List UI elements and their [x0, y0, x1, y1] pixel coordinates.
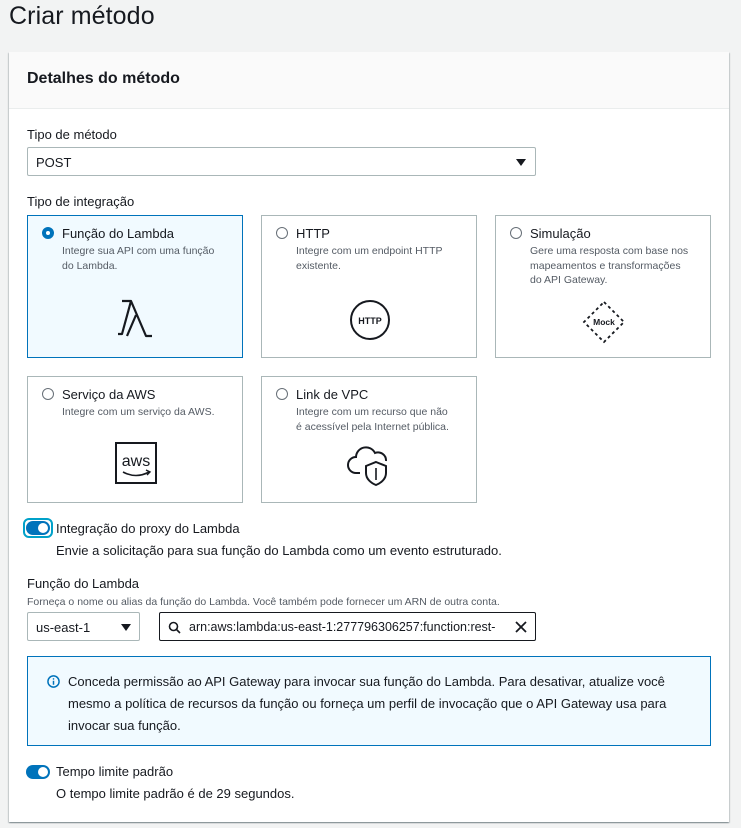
- page-title: Criar método: [9, 2, 155, 30]
- method-type-label: Tipo de método: [27, 127, 117, 142]
- panel-title: Detalhes do método: [27, 70, 180, 87]
- option-description-line: do API Gateway.: [530, 274, 608, 286]
- mock-icon-text: Mock: [593, 317, 615, 327]
- default-timeout-description: O tempo limite padrão é de 29 segundos.: [56, 786, 295, 801]
- lambda-proxy-label: Integração do proxy do Lambda: [56, 521, 240, 536]
- info-alert: Conceda permissão ao API Gateway para in…: [27, 656, 711, 746]
- aws-icon: aws: [115, 442, 157, 484]
- clear-icon[interactable]: [515, 621, 527, 633]
- radio-button[interactable]: [42, 227, 54, 239]
- option-description-line: mapeamentos e transformações: [530, 259, 681, 272]
- option-description-line: Integre com um serviço da AWS.: [62, 406, 215, 418]
- option-description: Integre sua API com uma função do Lambda…: [62, 244, 214, 273]
- aws-icon-text: aws: [122, 453, 150, 470]
- radio-button[interactable]: [276, 227, 288, 239]
- mock-icon: Mock: [582, 300, 626, 344]
- radio-button[interactable]: [510, 227, 522, 239]
- lambda-proxy-description: Envie a solicitação para sua função do L…: [56, 543, 502, 558]
- lambda-arn-value: arn:aws:lambda:us-east-1:277796306257:fu…: [189, 620, 496, 634]
- http-icon-text: HTTP: [358, 316, 382, 326]
- option-title: HTTP: [296, 226, 330, 241]
- lambda-function-hint: Forneça o nome ou alias da função do Lam…: [27, 596, 500, 608]
- http-icon: HTTP: [350, 300, 390, 340]
- option-description-line: do Lambda.: [62, 259, 118, 272]
- option-description: Gere uma resposta com base nos mapeament…: [530, 244, 688, 288]
- integration-option-lambda[interactable]: Função do Lambda Integre sua API com uma…: [27, 215, 243, 358]
- radio-button[interactable]: [276, 388, 288, 400]
- search-icon: [168, 621, 181, 634]
- region-value: us-east-1: [36, 620, 91, 635]
- option-description-line: Integre com um endpoint HTTP: [296, 245, 443, 257]
- method-details-panel: Detalhes do método Tipo de método POST T…: [9, 52, 729, 822]
- option-description-line: Gere uma resposta com base nos: [530, 245, 689, 257]
- lambda-proxy-toggle[interactable]: [26, 521, 50, 535]
- option-title: Simulação: [530, 226, 591, 241]
- option-title: Função do Lambda: [62, 226, 175, 241]
- option-description: Integre com um endpoint HTTP existente.: [296, 244, 442, 273]
- region-select[interactable]: us-east-1: [27, 612, 140, 641]
- default-timeout-label: Tempo limite padrão: [56, 764, 174, 779]
- method-type-value: POST: [36, 155, 72, 170]
- option-description-line: existente.: [296, 259, 341, 272]
- integration-option-mock[interactable]: Simulação Gere uma resposta com base nos…: [495, 215, 711, 358]
- option-description: Integre com um recurso que não é acessív…: [296, 405, 449, 434]
- method-type-select[interactable]: POST: [27, 147, 536, 176]
- info-text: Conceda permissão ao API Gateway para in…: [68, 674, 667, 733]
- option-description-line: Integre sua API com uma função: [62, 245, 215, 257]
- option-description-line: Integre com um recurso que não: [296, 406, 448, 418]
- lambda-arn-input[interactable]: arn:aws:lambda:us-east-1:277796306257:fu…: [159, 612, 536, 641]
- info-icon: [47, 675, 60, 688]
- integration-option-aws-service[interactable]: Serviço da AWS Integre com um serviço da…: [27, 376, 243, 503]
- integration-option-vpc-link[interactable]: Link de VPC Integre com um recurso que n…: [261, 376, 477, 503]
- option-description: Integre com um serviço da AWS.: [62, 405, 215, 420]
- option-title: Serviço da AWS: [62, 387, 156, 402]
- lambda-function-label: Função do Lambda: [27, 576, 140, 591]
- default-timeout-toggle[interactable]: [26, 765, 50, 779]
- caret-down-icon: [121, 624, 131, 631]
- integration-option-http[interactable]: HTTP Integre com um endpoint HTTP existe…: [261, 215, 477, 358]
- lambda-icon: [118, 299, 152, 338]
- radio-button[interactable]: [42, 388, 54, 400]
- caret-down-icon: [516, 159, 526, 166]
- panel-header: Detalhes do método: [9, 52, 729, 109]
- option-description-line: é acessível pela Internet pública.: [296, 420, 449, 433]
- integration-type-label: Tipo de integração: [27, 194, 135, 209]
- vpc-link-icon: [347, 446, 387, 487]
- option-title: Link de VPC: [296, 387, 369, 402]
